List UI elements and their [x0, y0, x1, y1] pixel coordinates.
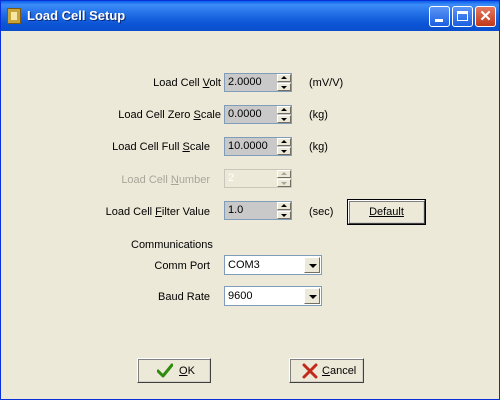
filter-label: Load Cell Filter Value: [105, 206, 210, 218]
spin-up-icon: [277, 170, 291, 178]
full-scale-spin-buttons[interactable]: [277, 138, 291, 155]
close-icon: ✕: [479, 8, 492, 25]
ok-button-label: OK: [179, 365, 195, 377]
spin-down-icon[interactable]: [277, 83, 291, 91]
title-bar[interactable]: Load Cell Setup ✕: [1, 1, 499, 31]
spin-up-icon[interactable]: [277, 138, 291, 146]
check-icon: [157, 363, 173, 378]
cancel-button-label: Cancel: [322, 365, 357, 377]
number-spinbox: 2: [224, 169, 292, 188]
zero-scale-spinbox[interactable]: 0.0000: [224, 105, 292, 124]
filter-value: 1.0: [228, 204, 244, 216]
zero-scale-label: Load Cell Zero Scale: [118, 109, 221, 121]
baud-rate-value: 9600: [228, 290, 253, 302]
zero-scale-spin-buttons[interactable]: [277, 106, 291, 123]
minimize-button[interactable]: [429, 6, 450, 27]
minimize-icon: [435, 19, 443, 22]
volt-spin-buttons[interactable]: [277, 74, 291, 91]
full-scale-spinbox[interactable]: 10.0000: [224, 137, 292, 156]
baud-rate-select[interactable]: 9600: [224, 286, 322, 306]
dialog-window: Load Cell Setup ✕ Load Cell Volt 2.0000 …: [0, 0, 500, 400]
volt-label: Load Cell Volt: [153, 77, 221, 89]
number-spin-buttons: [277, 170, 291, 187]
maximize-button[interactable]: [452, 6, 473, 27]
spin-up-icon[interactable]: [277, 202, 291, 210]
default-button[interactable]: Default: [347, 199, 426, 225]
zero-scale-unit: (kg): [309, 109, 328, 121]
communications-heading: Communications: [131, 239, 213, 251]
comm-port-value: COM3: [228, 259, 260, 271]
comm-port-label: Comm Port: [154, 260, 210, 272]
app-icon: [7, 8, 21, 24]
chevron-down-icon[interactable]: [304, 288, 320, 304]
spin-down-icon[interactable]: [277, 211, 291, 219]
spin-up-icon[interactable]: [277, 74, 291, 82]
full-scale-unit: (kg): [309, 141, 328, 153]
chevron-down-icon[interactable]: [304, 257, 320, 273]
volt-value: 2.0000: [228, 76, 262, 88]
maximize-icon: [457, 11, 468, 21]
x-icon: [302, 363, 318, 379]
window-title: Load Cell Setup: [27, 8, 126, 23]
zero-scale-value: 0.0000: [228, 108, 262, 120]
spin-down-icon: [277, 179, 291, 187]
number-value: 2: [228, 172, 235, 184]
close-button[interactable]: ✕: [475, 6, 496, 27]
ok-button[interactable]: OK: [137, 358, 211, 383]
comm-port-select[interactable]: COM3: [224, 255, 322, 275]
number-label: Load Cell Number: [121, 174, 210, 186]
default-button-label: Default: [369, 206, 404, 218]
baud-rate-label: Baud Rate: [158, 291, 210, 303]
filter-unit: (sec): [309, 206, 334, 218]
volt-unit: (mV/V): [309, 77, 344, 89]
volt-spinbox[interactable]: 2.0000: [224, 73, 292, 92]
filter-spinbox[interactable]: 1.0: [224, 201, 292, 220]
filter-spin-buttons[interactable]: [277, 202, 291, 219]
spin-down-icon[interactable]: [277, 115, 291, 123]
cancel-button[interactable]: Cancel: [289, 358, 364, 383]
spin-down-icon[interactable]: [277, 147, 291, 155]
full-scale-value: 10.0000: [228, 140, 268, 152]
full-scale-label: Load Cell Full Scale: [112, 141, 210, 153]
spin-up-icon[interactable]: [277, 106, 291, 114]
